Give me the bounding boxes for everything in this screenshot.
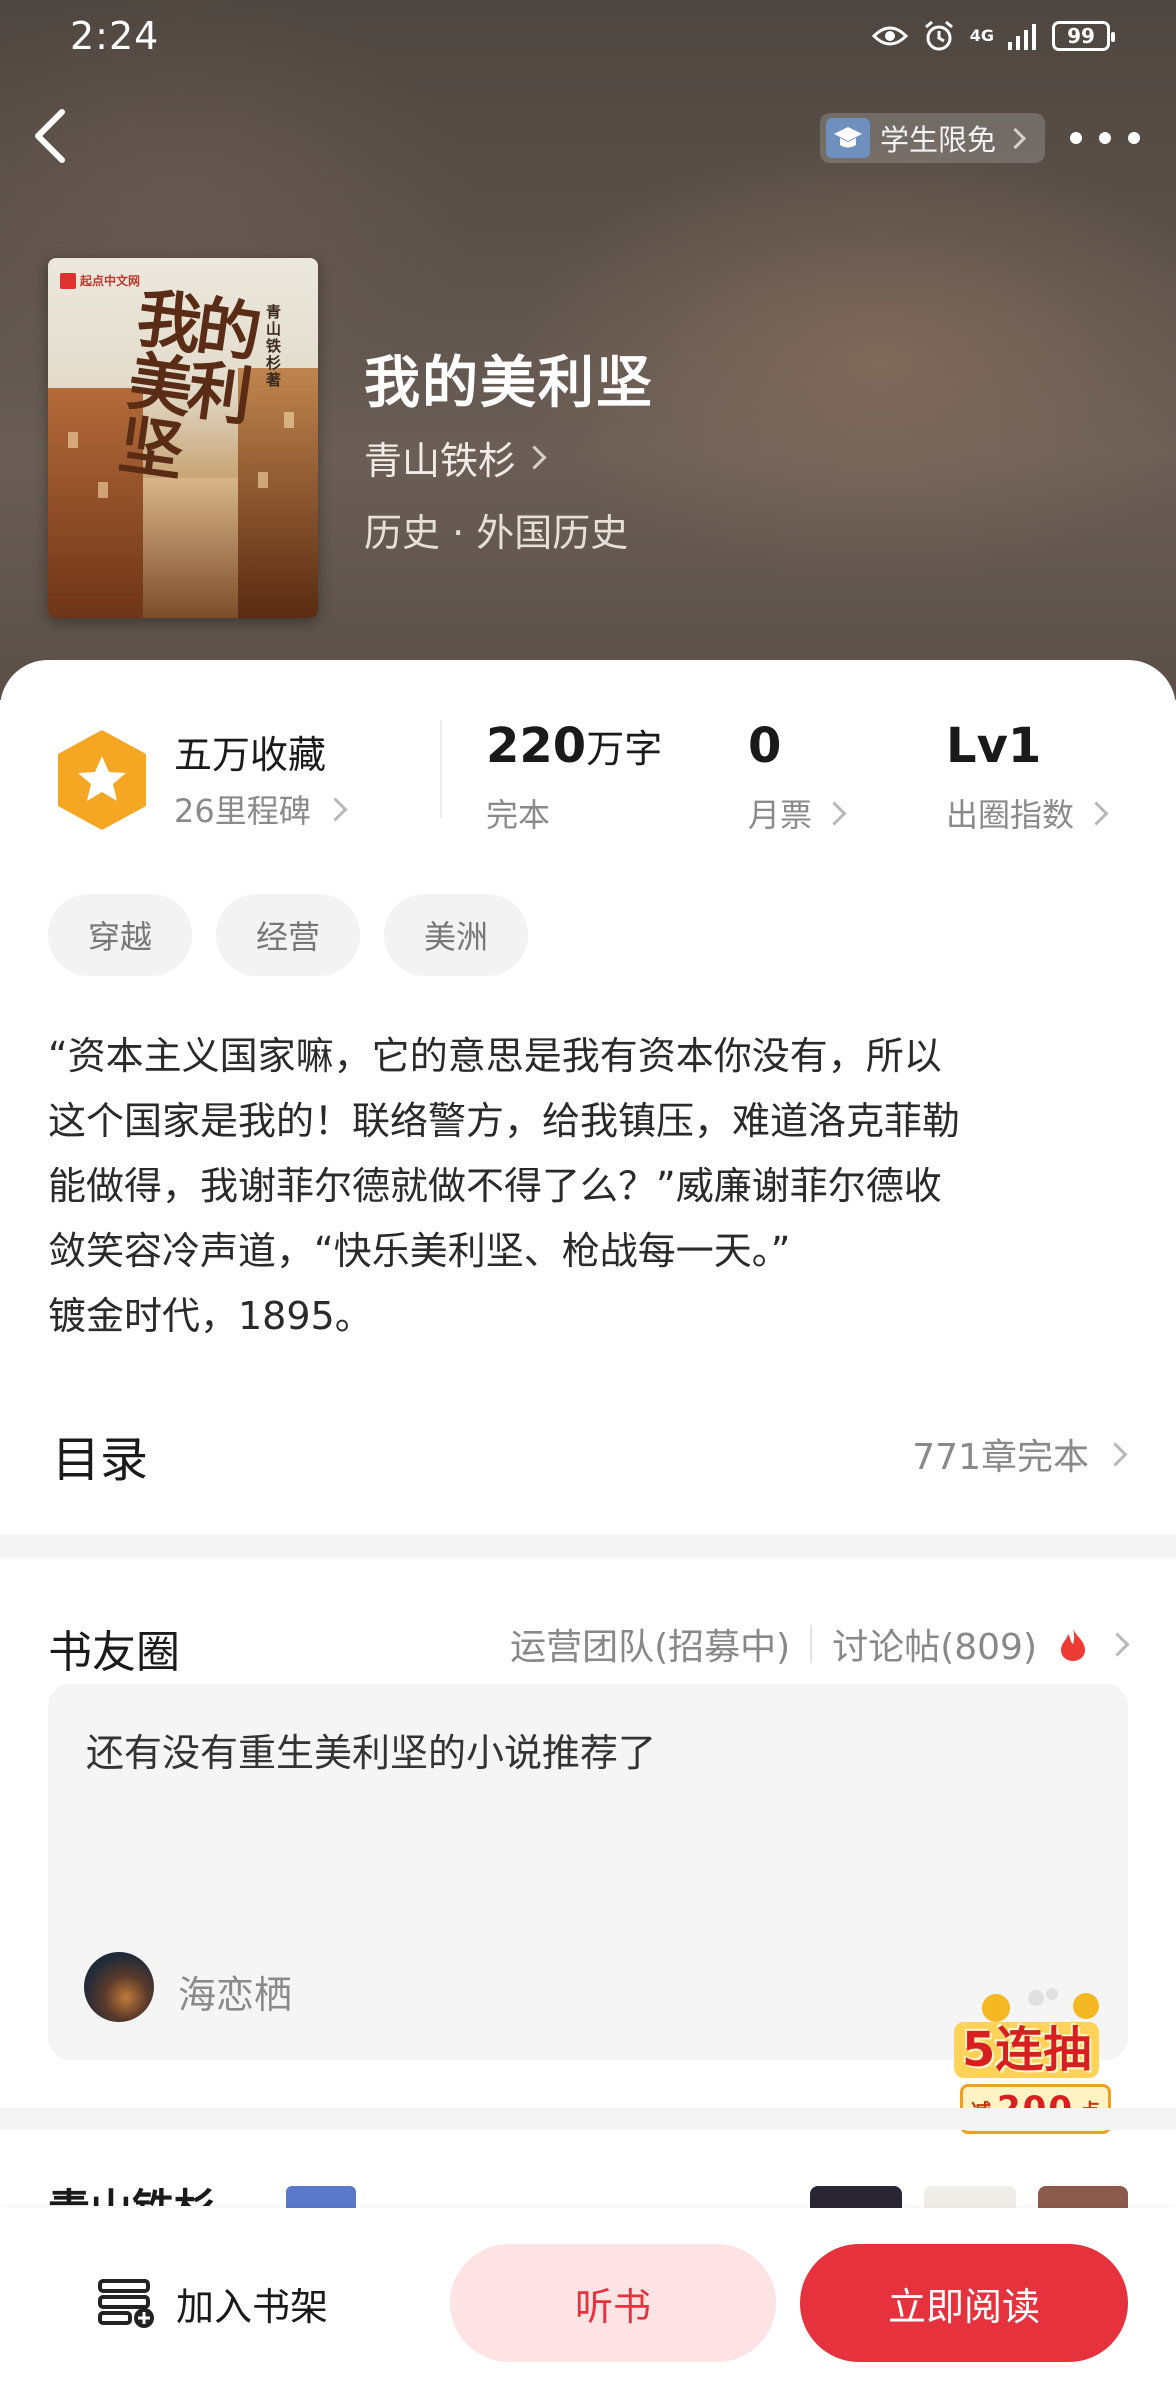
star-badge-icon bbox=[58, 730, 146, 830]
milestone-link[interactable]: 26里程碑 bbox=[174, 786, 348, 832]
add-shelf-icon bbox=[98, 2279, 154, 2328]
author-name: 青山铁杉 bbox=[364, 439, 517, 483]
more-dot-icon bbox=[1128, 132, 1140, 144]
more-dot-icon bbox=[1099, 132, 1111, 144]
cover-building-right bbox=[238, 368, 318, 618]
toc-link[interactable]: 771章完本 bbox=[912, 1428, 1128, 1480]
student-free-label: 学生限免 bbox=[880, 123, 997, 157]
add-to-shelf-button[interactable]: 加入书架 bbox=[96, 2268, 328, 2338]
stats-divider bbox=[440, 720, 442, 818]
more-dot-icon bbox=[1070, 132, 1082, 144]
monthly-votes-count: 0 bbox=[748, 718, 782, 774]
back-button[interactable] bbox=[22, 104, 78, 168]
discussions-link[interactable]: 讨论帖(809) bbox=[832, 1618, 1037, 1670]
chevron-left-icon bbox=[35, 109, 65, 163]
tag-chip[interactable]: 经营 bbox=[216, 894, 360, 976]
monthly-votes-link[interactable]: 月票 bbox=[748, 790, 847, 836]
student-free-button[interactable]: 学生限免 bbox=[820, 113, 1046, 163]
book-title: 我的美利坚 bbox=[364, 351, 654, 416]
chevron-right-icon[interactable] bbox=[1105, 1631, 1130, 1657]
author-link[interactable]: 青山铁杉 bbox=[364, 430, 547, 485]
chevron-right-icon bbox=[822, 800, 847, 826]
milestone-label: 26里程碑 bbox=[174, 792, 311, 830]
post-username[interactable]: 海恋栖 bbox=[178, 1964, 292, 2019]
more-options-button[interactable] bbox=[1070, 118, 1140, 158]
status-icons: 4G 99 bbox=[871, 14, 1115, 58]
section-divider bbox=[0, 1534, 1176, 1558]
book-genre: 历史 · 外国历史 bbox=[364, 511, 629, 555]
ops-team-link[interactable]: 运营团队(招募中) bbox=[510, 1618, 790, 1670]
avatar[interactable] bbox=[84, 1952, 154, 2022]
section-divider bbox=[0, 2108, 1176, 2130]
favorites-count: 五万收藏 bbox=[174, 733, 327, 777]
signal-icon bbox=[1008, 24, 1036, 50]
tag-chip[interactable]: 美洲 bbox=[384, 894, 528, 976]
completion-status: 完本 bbox=[486, 796, 551, 834]
alarm-icon bbox=[924, 20, 953, 51]
cover-author: 青山铁杉著 bbox=[266, 303, 282, 389]
chevron-right-icon bbox=[323, 796, 348, 822]
battery-indicator: 99 bbox=[1052, 21, 1115, 51]
chevron-right-icon bbox=[522, 445, 547, 470]
flame-icon bbox=[1061, 1628, 1085, 1661]
circle-level: Lv1 bbox=[946, 718, 1042, 774]
read-now-button[interactable]: 立即阅读 bbox=[800, 2244, 1128, 2362]
cover-window bbox=[68, 432, 78, 448]
listen-button[interactable]: 听书 bbox=[450, 2244, 776, 2362]
cover-publisher: 起点中文网 bbox=[60, 272, 140, 289]
cover-window bbox=[284, 412, 294, 428]
network-type: 4G bbox=[969, 26, 994, 45]
toc-title[interactable]: 目录 bbox=[52, 1420, 148, 1490]
book-circle-title[interactable]: 书友圈 bbox=[48, 1616, 180, 1680]
circle-index-link[interactable]: 出圈指数 bbox=[946, 790, 1109, 836]
cover-street bbox=[143, 478, 238, 618]
author-section-title[interactable]: 青山铁杉 bbox=[48, 2176, 216, 2206]
status-time: 2:24 bbox=[70, 14, 160, 58]
graduation-cap-icon bbox=[826, 118, 870, 158]
circle-index-label: 出圈指数 bbox=[946, 796, 1075, 834]
post-text[interactable]: 还有没有重生美利坚的小说推荐了 bbox=[86, 1722, 656, 1777]
tag-chip[interactable]: 穿越 bbox=[48, 894, 192, 976]
link-separator bbox=[810, 1625, 813, 1663]
book-circle-links: 运营团队(招募中) 讨论帖(809) bbox=[510, 1618, 1130, 1670]
chevron-right-icon bbox=[1004, 127, 1027, 149]
add-to-shelf-label: 加入书架 bbox=[176, 2284, 329, 2329]
chevron-right-icon bbox=[1103, 1441, 1128, 1467]
eye-icon bbox=[871, 26, 908, 46]
word-count: 220万字 bbox=[486, 718, 663, 774]
cover-window bbox=[258, 472, 268, 488]
cover-window bbox=[98, 482, 108, 498]
chevron-right-icon bbox=[1084, 800, 1109, 826]
toc-chapter-count: 771章完本 bbox=[912, 1437, 1089, 1478]
promo-title: 5连抽 bbox=[954, 2022, 1100, 2078]
book-cover[interactable]: 起点中文网 我的美利坚 青山铁杉著 bbox=[48, 258, 318, 618]
monthly-votes-label: 月票 bbox=[748, 796, 813, 834]
coins-icon bbox=[982, 1988, 1099, 2022]
book-description[interactable]: “资本主义国家嘛，它的意思是我有资本你没有，所以 这个国家是我的！联络警方，给我… bbox=[48, 1024, 1138, 1349]
